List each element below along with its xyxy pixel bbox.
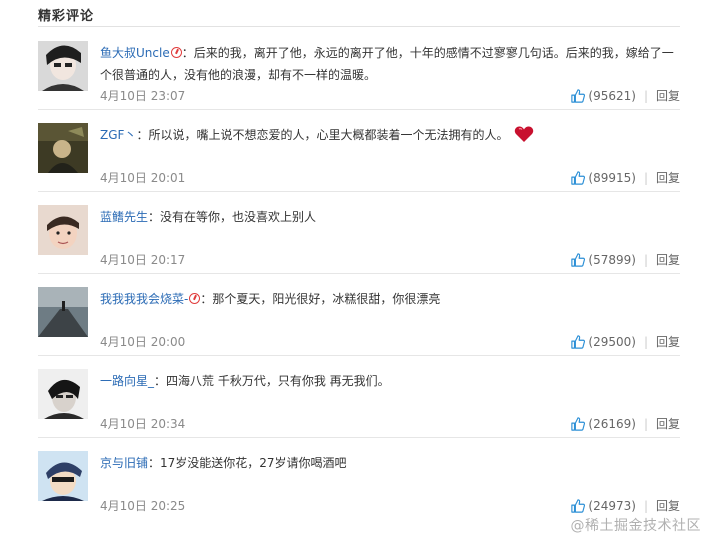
thumbs-up-icon[interactable] [571,335,586,352]
verified-badge-icon [189,293,201,304]
comment-body: ：所以说，嘴上说不想恋爱的人，心里大概都装着一个无法拥有的人。 [136,128,509,142]
comment-actions: (29500) | 回复 [571,333,680,352]
comment-time: 4月10日 20:25 [100,499,186,513]
comment-actions: (95621) | 回复 [571,87,680,106]
comment-item: 京与旧铺：17岁没能送你花，27岁请你喝酒吧 4月10日 20:25 (2497… [38,437,680,519]
action-divider: | [643,499,648,513]
thumbs-up-icon[interactable] [571,417,586,434]
thumbs-up-icon[interactable] [571,499,586,516]
thumbs-up-icon[interactable] [571,253,586,270]
comment-time: 4月10日 20:17 [100,253,186,267]
comment-time: 4月10日 20:00 [100,335,186,349]
comment-text-line: ZGF丶：所以说，嘴上说不想恋爱的人，心里大概都装着一个无法拥有的人。 [100,124,680,150]
username-link[interactable]: 一路向星_ [100,374,154,388]
section-title: 精彩评论 [38,9,95,24]
comment-item: 一路向星_：四海八荒 千秋万代，只有你我 再无我们。 4月10日 20:34 (… [38,355,680,438]
avatar[interactable] [38,287,88,337]
comment-text-line: 蓝鳍先生：没有在等你，也没喜欢上别人 [100,206,680,228]
reply-button[interactable]: 回复 [656,253,680,267]
username-link[interactable]: 蓝鳍先生 [100,210,148,224]
username-link[interactable]: 鱼大叔Uncle [100,46,170,60]
comment-meta: 4月10日 20:34 (26169) | 回复 [100,415,680,433]
comment-meta: 4月10日 20:25 (24973) | 回复 [100,497,680,515]
thumbs-up-icon[interactable] [571,171,586,188]
action-divider: | [643,171,648,185]
comment-actions: (26169) | 回复 [571,415,680,434]
reply-button[interactable]: 回复 [656,89,680,103]
action-divider: | [643,417,648,431]
comment-meta: 4月10日 20:17 (57899) | 回复 [100,251,680,269]
thumbs-up-icon[interactable] [571,89,586,106]
action-divider: | [643,253,648,267]
comment-body: ：那个夏天，阳光很好，冰糕很甜，你很漂亮 [200,292,441,306]
comment-item: ZGF丶：所以说，嘴上说不想恋爱的人，心里大概都装着一个无法拥有的人。 4月10… [38,109,680,192]
like-count[interactable]: (26169) [588,417,636,431]
section-header: 精彩评论 [38,0,680,27]
comment-text-line: 我我我我会烧菜- ：那个夏天，阳光很好，冰糕很甜，你很漂亮 [100,288,680,310]
comment-body: ：四海八荒 千秋万代，只有你我 再无我们。 [154,374,390,388]
comment-item: 我我我我会烧菜- ：那个夏天，阳光很好，冰糕很甜，你很漂亮 4月10日 20:00… [38,273,680,356]
comment-actions: (24973) | 回复 [571,497,680,516]
username-link[interactable]: 我我我我会烧菜- [100,292,188,306]
comment-meta: 4月10日 20:01 (89915) | 回复 [100,169,680,187]
comment-actions: (89915) | 回复 [571,169,680,188]
verified-badge-icon [170,47,182,58]
like-count[interactable]: (24973) [588,499,636,513]
comment-time: 4月10日 20:01 [100,171,186,185]
reply-button[interactable]: 回复 [656,499,680,513]
reply-button[interactable]: 回复 [656,335,680,349]
action-divider: | [643,89,648,103]
comment-time: 4月10日 23:07 [100,89,186,103]
comment-body: ：后来的我，离开了他，永远的离开了他，十年的感情不过寥寥几句话。后来的我，嫁给了… [100,46,674,82]
comment-text-line: 京与旧铺：17岁没能送你花，27岁请你喝酒吧 [100,452,680,474]
reply-button[interactable]: 回复 [656,417,680,431]
comment-text-line: 一路向星_：四海八荒 千秋万代，只有你我 再无我们。 [100,370,680,392]
comment-item: 蓝鳍先生：没有在等你，也没喜欢上别人 4月10日 20:17 (57899) | 回… [38,191,680,274]
action-divider: | [643,335,648,349]
username-link[interactable]: ZGF丶 [100,128,136,142]
avatar[interactable] [38,451,88,501]
comment-actions: (57899) | 回复 [571,251,680,270]
comment-text-line: 鱼大叔Uncle ：后来的我，离开了他，永远的离开了他，十年的感情不过寥寥几句话。… [100,42,680,86]
avatar[interactable] [38,123,88,173]
heart-icon [514,125,534,150]
comment-time: 4月10日 20:34 [100,417,186,431]
avatar[interactable] [38,205,88,255]
avatar[interactable] [38,369,88,419]
watermark: @稀土掘金技术社区 [570,518,701,534]
username-link[interactable]: 京与旧铺 [100,456,148,470]
comment-item: 鱼大叔Uncle ：后来的我，离开了他，永远的离开了他，十年的感情不过寥寥几句话。… [38,27,680,110]
like-count[interactable]: (89915) [588,171,636,185]
like-count[interactable]: (57899) [588,253,636,267]
comment-meta: 4月10日 23:07 (95621) | 回复 [100,87,680,105]
like-count[interactable]: (95621) [588,89,636,103]
comment-section: 精彩评论 鱼大叔Uncle ：后来的我，离开了他，永远的离开了他，十年的感情不过寥… [0,0,707,539]
like-count[interactable]: (29500) [588,335,636,349]
reply-button[interactable]: 回复 [656,171,680,185]
comment-body: ：没有在等你，也没喜欢上别人 [148,210,317,224]
comment-meta: 4月10日 20:00 (29500) | 回复 [100,333,680,351]
avatar[interactable] [38,41,88,91]
comment-body: ：17岁没能送你花，27岁请你喝酒吧 [148,456,347,470]
